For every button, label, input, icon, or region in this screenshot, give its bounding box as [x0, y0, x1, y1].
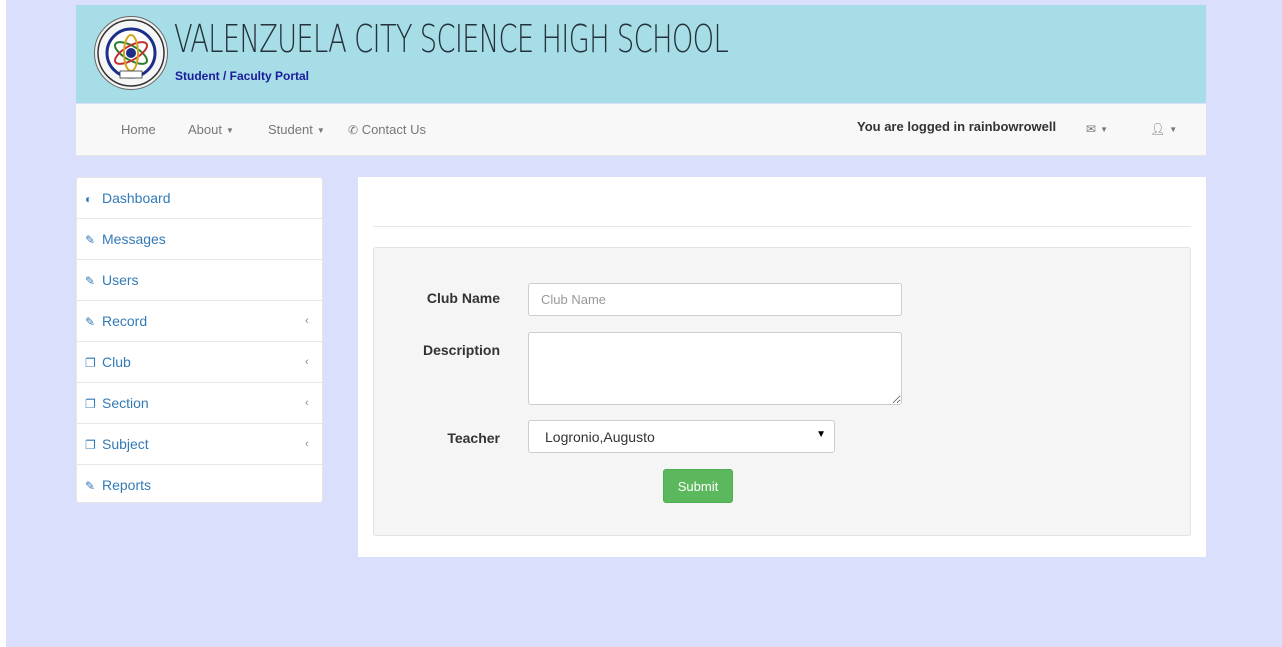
sidebar-item-users[interactable]: ✎ Users — [77, 260, 322, 301]
school-seal-logo — [94, 16, 168, 90]
copy-icon: ❐ — [85, 438, 96, 452]
add-club-form: Club Name Description Teacher Logronio,A… — [373, 247, 1191, 536]
nav-contact-label: Contact Us — [361, 122, 426, 137]
sidebar-item-reports[interactable]: ✎ Reports — [77, 465, 322, 506]
copy-icon: ❐ — [85, 356, 96, 370]
edit-icon: ✎ — [85, 479, 96, 493]
club-name-label: Club Name — [426, 290, 500, 306]
sidebar-item-subject[interactable]: ❐ Subject ‹ — [77, 424, 322, 465]
teacher-select[interactable]: Logronio,Augusto ▼ — [528, 420, 835, 453]
page-title: VALENZUELA CITY SCIENCE HIGH SCHOOL — [174, 17, 729, 61]
top-navbar: Home About ▼ Student ▼ ✆ Contact Us You ar… — [76, 104, 1206, 156]
sidebar-item-label: Record — [102, 313, 148, 329]
sidebar-item-label: Subject — [102, 436, 149, 452]
nav-home-label: Home — [121, 122, 156, 137]
sidebar-item-dashboard[interactable]: ◐ Dashboard — [77, 178, 322, 219]
chevron-left-icon: ‹ — [305, 397, 309, 409]
dashboard-icon: ◐ — [85, 192, 93, 206]
sidebar-item-section[interactable]: ❐ Section ‹ — [77, 383, 322, 424]
user-icon: 👤︎ — [1150, 122, 1166, 136]
copy-icon: ❐ — [85, 397, 96, 411]
user-dropdown[interactable]: 👤︎ ▼ — [1150, 122, 1177, 136]
sidebar-item-messages[interactable]: ✎ Messages — [77, 219, 322, 260]
sidebar-item-record[interactable]: ✎ Record ‹ — [77, 301, 322, 342]
portal-subtitle: Student / Faculty Portal — [175, 69, 310, 83]
sidebar-menu: ◐ Dashboard ✎ Messages ✎ Users ✎ Record ‹ ❐ C… — [76, 177, 323, 503]
site-header: VALENZUELA CITY SCIENCE HIGH SCHOOL Stud… — [76, 5, 1206, 103]
caret-down-icon: ▼ — [316, 126, 325, 136]
dropdown-arrow-icon: ▼ — [816, 429, 826, 440]
sidebar-item-label: Section — [102, 395, 149, 411]
divider — [373, 226, 1191, 227]
chevron-left-icon: ‹ — [305, 438, 309, 450]
main-panel: Club Name Description Teacher Logronio,A… — [358, 177, 1206, 557]
sidebar-item-club[interactable]: ❐ Club ‹ — [77, 342, 322, 383]
envelope-icon: ✉ — [1086, 122, 1097, 136]
submit-button[interactable]: Submit — [663, 469, 733, 503]
logged-in-status: You are logged in rainbowrowell — [857, 119, 1057, 134]
club-name-input[interactable] — [528, 283, 902, 316]
edit-icon: ✎ — [85, 274, 96, 288]
messages-dropdown[interactable]: ✉ ▼ — [1086, 122, 1108, 136]
sidebar-item-label: Users — [102, 272, 139, 288]
chevron-left-icon: ‹ — [305, 356, 309, 368]
teacher-selected-value: Logronio,Augusto — [545, 429, 655, 445]
nav-home[interactable]: Home — [121, 122, 156, 137]
teacher-label: Teacher — [447, 430, 500, 446]
sidebar-item-label: Messages — [102, 231, 166, 247]
caret-down-icon: ▼ — [225, 126, 234, 136]
sidebar-item-label: Club — [102, 354, 131, 370]
nav-about-dropdown[interactable]: About ▼ — [188, 122, 234, 137]
left-edge — [0, 0, 6, 647]
caret-down-icon: ▼ — [1100, 125, 1108, 135]
chevron-left-icon: ‹ — [305, 315, 309, 327]
edit-icon: ✎ — [85, 315, 96, 329]
sidebar-item-label: Dashboard — [102, 190, 171, 206]
nav-student-label: Student — [268, 122, 313, 137]
nav-student-dropdown[interactable]: Student ▼ — [268, 122, 325, 137]
nav-contact-us[interactable]: ✆ Contact Us — [348, 122, 426, 137]
description-label: Description — [422, 342, 500, 358]
caret-down-icon: ▼ — [1169, 125, 1178, 135]
phone-icon: ✆ — [348, 123, 359, 137]
nav-about-label: About — [188, 122, 222, 137]
description-textarea[interactable] — [528, 332, 902, 405]
sidebar-item-label: Reports — [102, 477, 152, 493]
edit-icon: ✎ — [85, 233, 96, 247]
